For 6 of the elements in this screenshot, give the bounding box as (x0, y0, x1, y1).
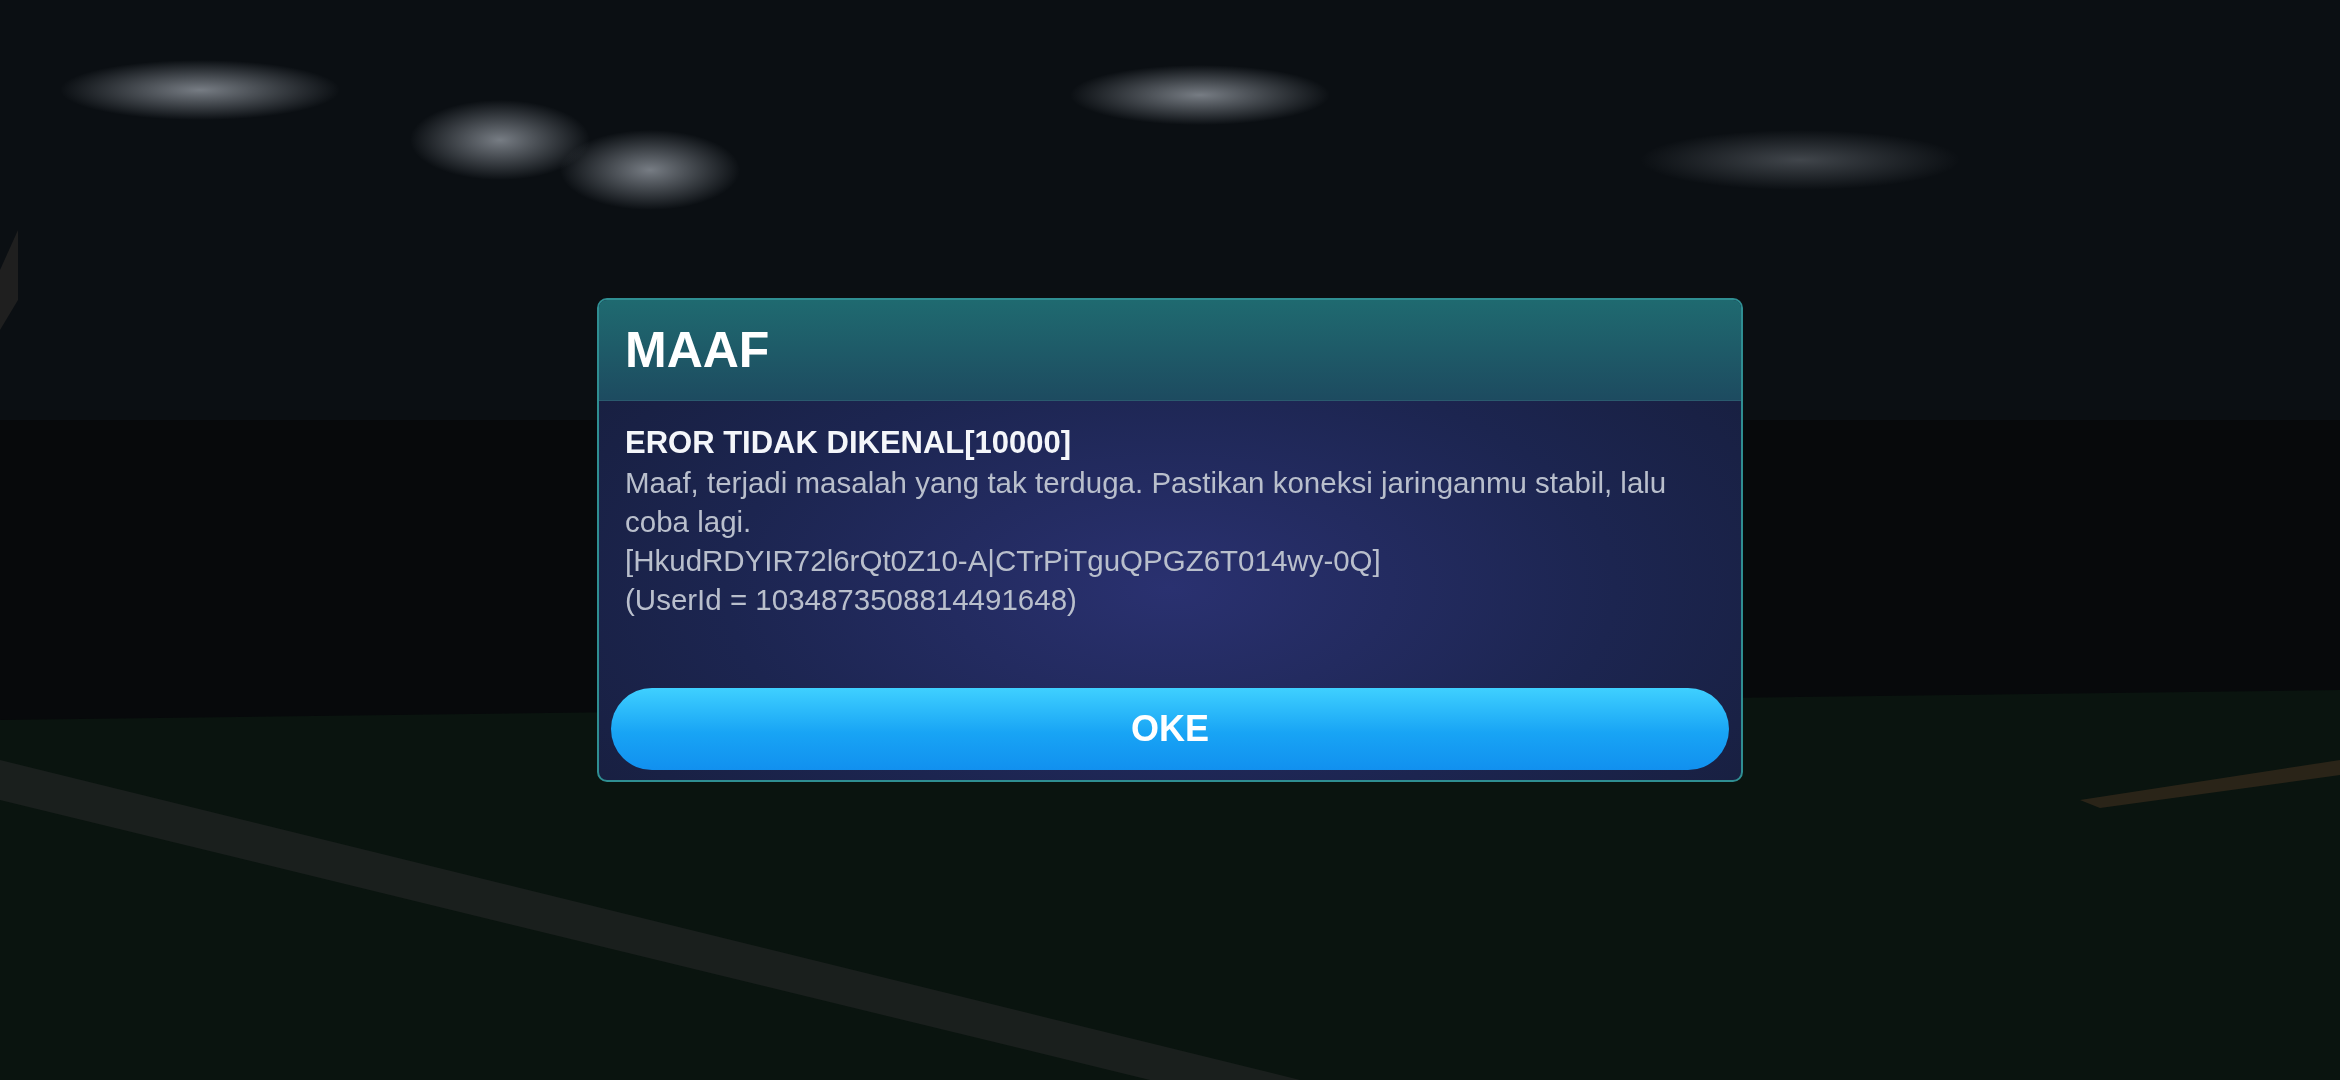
error-heading: EROR TIDAK DIKENAL[10000] (625, 424, 1073, 462)
dialog-title: MAAF (625, 321, 770, 379)
error-code: [HkudRDYIR72l6rQt0Z10-A|CTrPiTguQPGZ6T014wy-0Q] (625, 543, 1382, 579)
error-message: Maaf, terjadi masalah yang tak terduga. Pastikan koneksi jaringanmu stabil, lalu coba lagi. (625, 465, 1668, 540)
ok-button[interactable]: OKE (611, 688, 1729, 770)
user-id: (UserId = 1034873508814491648) (625, 582, 1078, 618)
